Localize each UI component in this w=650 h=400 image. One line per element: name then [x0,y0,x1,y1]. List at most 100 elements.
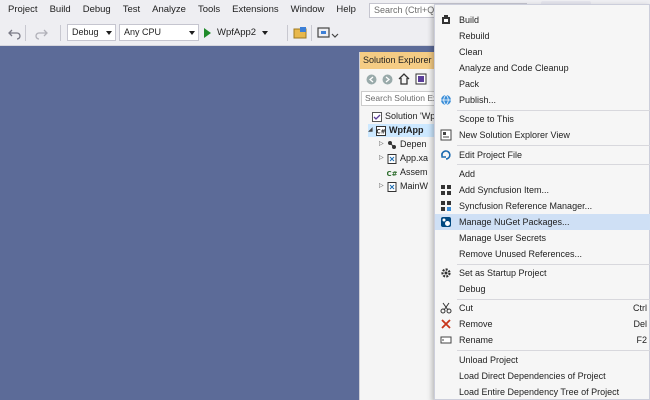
menu-item-label: Unload Project [459,355,519,365]
redo-icon[interactable] [34,26,48,40]
solution-explorer-toolbar [360,69,435,91]
tree-item-project[interactable]: ◢ C# WpfApp [368,124,436,137]
menu-item-remove[interactable]: Remove Del [435,316,650,332]
menu-item-rebuild[interactable]: Rebuild [435,28,650,44]
menu-item-label: Analyze and Code Cleanup [459,63,569,73]
menu-separator [457,350,650,351]
tree-item-solution[interactable]: Solution 'Wp [364,110,436,123]
menu-item-label: New Solution Explorer View [459,130,570,140]
menu-item-pack[interactable]: Pack [435,76,650,92]
menu-item-add-syncfusion-item[interactable]: Add Syncfusion Item... [435,182,650,198]
rename-icon [440,336,452,344]
new-view-icon [440,129,452,141]
menu-item-label: Syncfusion Reference Manager... [459,201,593,211]
build-icon [442,15,450,24]
menu-item-scope-to-this[interactable]: Scope to This [435,111,650,127]
menu-analyze[interactable]: Analyze [146,0,192,20]
menu-item-label: Rename [459,335,494,345]
menu-item-new-solution-explorer-view[interactable]: New Solution Explorer View [435,127,650,143]
menu-item-label: Remove [459,319,493,329]
menu-item-build[interactable]: Build [435,12,650,28]
platform-dropdown[interactable]: Any CPU [119,24,199,41]
menu-separator [457,145,650,146]
menu-tools[interactable]: Tools [192,0,226,20]
toolbar-divider [311,25,312,41]
tree-item-assembly-info[interactable]: C# Assem [387,166,436,179]
csharp-project-icon: C# [376,125,386,136]
search-placeholder: Search (Ctrl+Q) [374,5,438,15]
menu-item-label: Load Entire Dependency Tree of Project [459,387,620,397]
configuration-dropdown[interactable]: Debug [67,24,116,41]
menu-item-syncfusion-reference-manager[interactable]: Syncfusion Reference Manager... [435,198,650,214]
menu-item-manage-user-secrets[interactable]: Manage User Secrets [435,230,650,246]
screen-capture-icon[interactable] [317,26,331,40]
tree-item-label: Assem [400,167,428,177]
expanded-arrow-icon[interactable]: ◢ [368,124,376,137]
nuget-icon [441,217,451,227]
menu-item-set-as-startup[interactable]: Set as Startup Project [435,265,650,281]
solution-explorer-search[interactable]: Search Solution Ex [361,91,435,106]
platform-value: Any CPU [124,27,162,37]
menu-extensions[interactable]: Extensions [226,0,284,20]
dependencies-icon [388,140,396,149]
menu-item-label: Edit Project File [459,150,523,160]
solution-explorer-search-placeholder: Search Solution Ex [365,93,435,103]
menu-test[interactable]: Test [117,0,146,20]
menu-item-label: Add Syncfusion Item... [459,185,550,195]
collapsed-arrow-icon[interactable]: ▷ [379,180,387,193]
menu-item-label: Load Direct Dependencies of Project [459,371,606,381]
menu-item-clean[interactable]: Clean [435,44,650,60]
run-target-label: WpfApp2 [217,27,257,38]
menu-item-add[interactable]: Add [435,166,650,182]
menu-build[interactable]: Build [44,0,77,20]
csharp-file-icon: C# [387,170,397,178]
overflow-chevron-icon[interactable] [331,26,339,40]
toolbar-divider [25,25,26,41]
menu-item-label: Cut [459,303,474,313]
switch-views-icon[interactable] [415,73,427,85]
toolbar-divider [60,25,61,41]
menu-item-cut[interactable]: Cut Ctrl [435,300,650,316]
menu-item-rename[interactable]: Rename F2 [435,332,650,348]
menu-item-publish[interactable]: Publish... [435,92,650,108]
menu-item-edit-project-file[interactable]: Edit Project File [435,147,650,163]
menu-item-analyze-cleanup[interactable]: Analyze and Code Cleanup [435,60,650,76]
home-icon[interactable] [398,73,410,85]
chevron-down-icon [189,31,195,35]
run-button[interactable]: WpfApp2 [204,24,269,41]
tree-item-label: App.xa [400,153,429,163]
menu-project[interactable]: Project [0,0,44,20]
undo-icon[interactable] [8,26,22,40]
menu-window[interactable]: Window [285,0,331,20]
menu-item-label: Pack [459,79,480,89]
forward-icon[interactable] [382,74,393,85]
context-menu: Build Rebuild Clean Analyze and Code Cle… [434,4,650,400]
tree-item-dependencies[interactable]: ▷ Depen [379,138,436,151]
menu-item-manage-nuget-packages[interactable]: Manage NuGet Packages... [435,214,650,230]
menu-item-load-entire-dependency-tree[interactable]: Load Entire Dependency Tree of Project [435,384,650,400]
browser-link-icon[interactable] [293,26,307,40]
menu-item-label: Debug [459,284,486,294]
tree-item-mainwindow[interactable]: ▷ MainW [379,180,436,193]
menu-item-unload-project[interactable]: Unload Project [435,352,650,368]
menu-item-label: Add [459,169,476,179]
collapsed-arrow-icon[interactable]: ▷ [379,152,387,165]
svg-text:C#: C# [376,128,385,135]
collapsed-arrow-icon[interactable]: ▷ [379,138,387,151]
tree-item-label: WpfApp [389,125,424,135]
tree-item-label: MainW [400,181,429,191]
menu-separator [457,164,650,165]
menu-item-label: Manage NuGet Packages... [459,217,570,227]
solution-explorer-panel: Solution Explorer Search Solution Ex Sol… [359,52,436,400]
play-icon [204,27,211,38]
menu-item-label: Publish... [459,95,497,105]
menu-item-debug[interactable]: Debug [435,281,650,297]
solution-explorer-title: Solution Explorer [360,52,435,69]
back-icon[interactable] [366,74,377,85]
tree-item-app-xaml[interactable]: ▷ App.xa [379,152,436,165]
menu-item-remove-unused-references[interactable]: Remove Unused References... [435,246,650,262]
menu-item-load-direct-dependencies[interactable]: Load Direct Dependencies of Project [435,368,650,384]
menu-help[interactable]: Help [330,0,362,20]
menu-debug[interactable]: Debug [77,0,117,20]
menu-item-shortcut: F2 [636,335,647,345]
